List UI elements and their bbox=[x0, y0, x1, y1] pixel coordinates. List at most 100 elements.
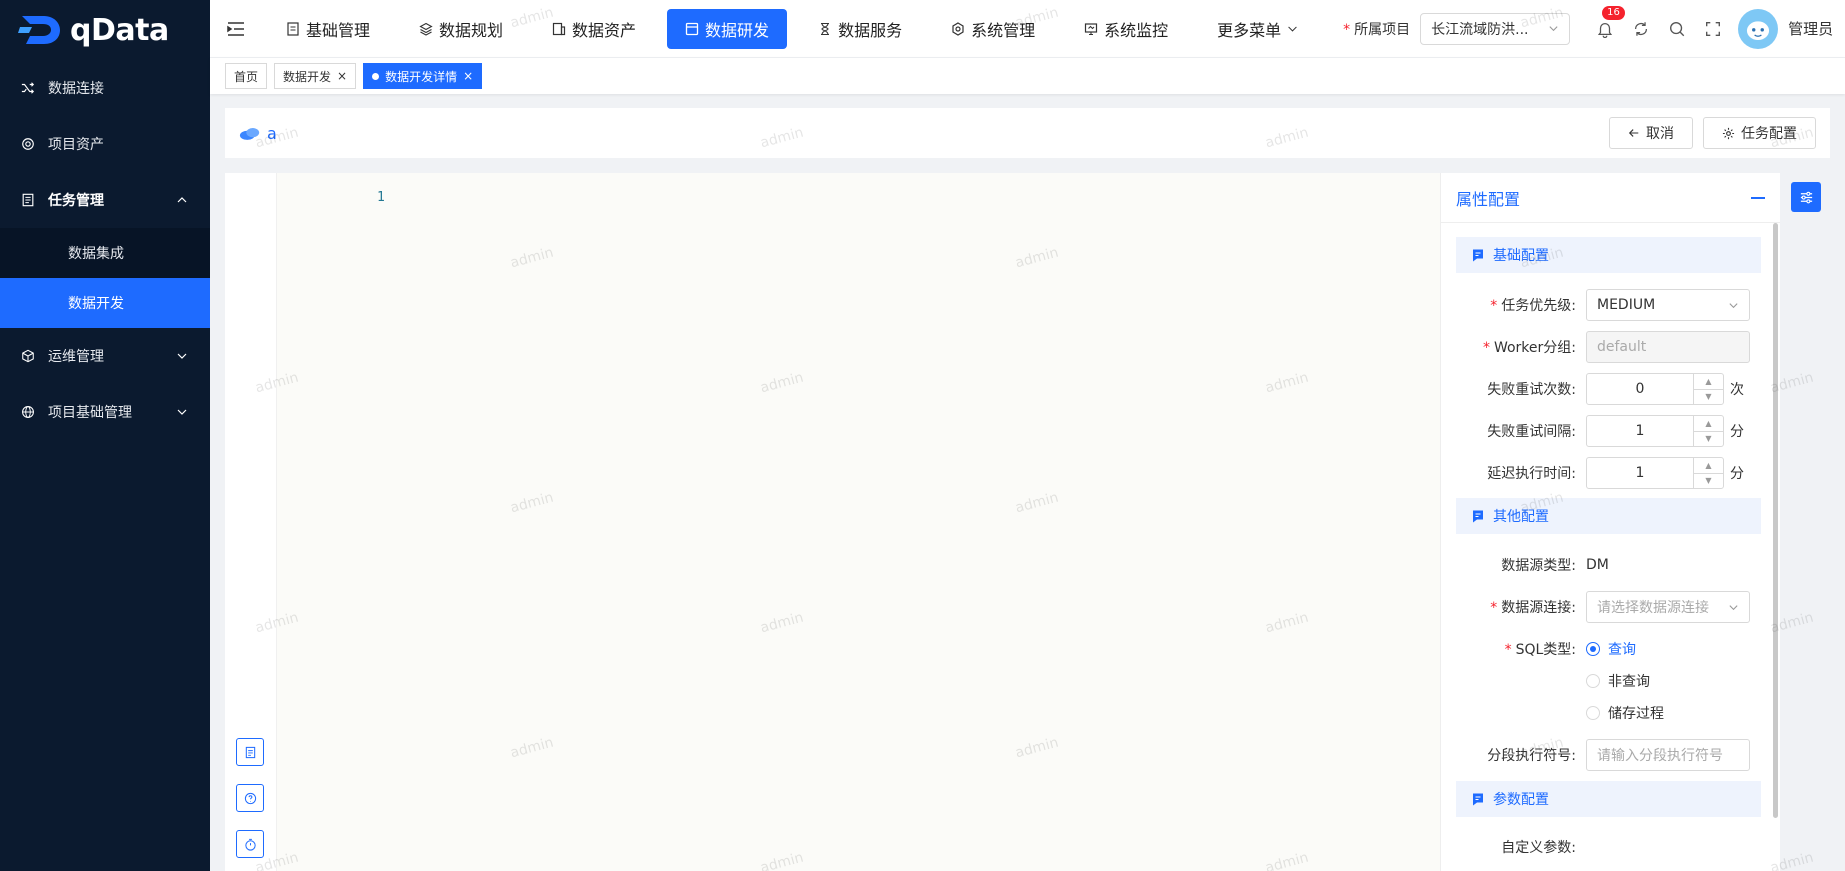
panel-header: 属性配置 bbox=[1441, 173, 1780, 223]
increment-icon[interactable]: ▲ bbox=[1694, 374, 1723, 390]
arrow-left-icon bbox=[1628, 129, 1639, 137]
help-icon bbox=[244, 792, 256, 804]
logo-text: qData bbox=[70, 12, 169, 48]
field-sql-type-2: 非查询 bbox=[1456, 665, 1761, 697]
line-number: 1 bbox=[377, 190, 385, 205]
format-button[interactable] bbox=[236, 738, 264, 766]
decrement-icon[interactable]: ▼ bbox=[1694, 474, 1723, 489]
increment-icon[interactable]: ▲ bbox=[1694, 458, 1723, 474]
menu-label: 系统管理 bbox=[971, 20, 1036, 40]
username[interactable]: 管理员 bbox=[1788, 18, 1833, 39]
avatar-icon bbox=[1747, 20, 1770, 40]
menu-item-dev[interactable]: 数据研发 bbox=[667, 8, 788, 49]
tab-data-dev[interactable]: 数据开发 × bbox=[274, 63, 357, 89]
sidebar-item-task-management[interactable]: 任务管理 bbox=[0, 172, 210, 228]
menu-label: 数据研发 bbox=[705, 20, 770, 40]
sidebar-item-data-development[interactable]: 数据开发 bbox=[0, 278, 210, 328]
avatar[interactable] bbox=[1738, 8, 1779, 49]
radio-procedure[interactable]: 储存过程 bbox=[1586, 703, 1664, 723]
gear-icon bbox=[1722, 127, 1735, 139]
project-select[interactable]: 长江流域防洪... bbox=[1420, 12, 1571, 45]
cloud-icon bbox=[239, 127, 260, 140]
stopwatch-icon bbox=[244, 838, 256, 851]
file-icon bbox=[287, 21, 299, 36]
menu-item-monitor[interactable]: 系统监控 bbox=[1066, 9, 1186, 49]
chevron-down-icon bbox=[1729, 302, 1738, 308]
sidebar-item-label: 数据连接 bbox=[48, 81, 104, 97]
field-sql-type: * SQL类型: 查询 bbox=[1456, 633, 1761, 665]
task-title: a bbox=[239, 124, 277, 143]
tab-home[interactable]: 首页 bbox=[225, 63, 268, 89]
priority-select[interactable]: MEDIUM bbox=[1586, 289, 1750, 321]
menu-label: 基础管理 bbox=[306, 20, 371, 40]
menu-fold-icon[interactable] bbox=[226, 19, 246, 39]
sidebar-item-data-integration[interactable]: 数据集成 bbox=[0, 228, 210, 278]
chevron-down-icon bbox=[1549, 26, 1558, 32]
menu-item-service[interactable]: 数据服务 bbox=[800, 9, 920, 49]
window-icon bbox=[685, 22, 699, 35]
panel-title: 属性配置 bbox=[1456, 189, 1521, 209]
panel-scrollbar[interactable] bbox=[1773, 223, 1778, 818]
search-icon[interactable] bbox=[1666, 18, 1688, 40]
decrement-icon[interactable]: ▼ bbox=[1694, 390, 1723, 405]
delay-stepper[interactable]: 1 ▲ ▼ bbox=[1586, 457, 1724, 489]
sidebar-item-ops[interactable]: 运维管理 bbox=[0, 328, 210, 384]
retry-times-stepper[interactable]: 0 ▲ ▼ bbox=[1586, 373, 1724, 405]
menu-item-basic[interactable]: 基础管理 bbox=[268, 9, 388, 49]
menu-item-planning[interactable]: 数据规划 bbox=[401, 9, 521, 49]
top-menu: 基础管理 数据规划 数据资产 数据研发 数据服务 系统管理 系统监控 更多菜单 bbox=[268, 0, 1329, 57]
worker-input: default bbox=[1586, 331, 1750, 363]
layers-icon bbox=[419, 22, 433, 36]
message-icon bbox=[1473, 510, 1483, 523]
radio-non-query[interactable]: 非查询 bbox=[1586, 671, 1650, 691]
menu-item-more[interactable]: 更多菜单 bbox=[1199, 9, 1316, 49]
menu-item-system[interactable]: 系统管理 bbox=[933, 9, 1053, 49]
help-button[interactable] bbox=[236, 784, 264, 812]
menu-label: 更多菜单 bbox=[1217, 20, 1282, 40]
sidebar-item-label: 项目基础管理 bbox=[48, 405, 132, 421]
tabs-bar: 首页 数据开发 × 数据开发详情 × bbox=[210, 58, 1845, 94]
logo[interactable]: qData bbox=[0, 0, 210, 60]
cancel-button[interactable]: 取消 bbox=[1609, 117, 1693, 149]
chevron-down-icon bbox=[1729, 604, 1738, 610]
field-segment: 分段执行符号: 请输入分段执行符号 bbox=[1456, 739, 1761, 771]
panel-toggle-button[interactable] bbox=[1791, 182, 1821, 212]
field-retry-times: 失败重试次数: 0 ▲ ▼ 次 bbox=[1456, 373, 1761, 405]
field-worker: * Worker分组: default bbox=[1456, 331, 1761, 363]
refresh-icon[interactable] bbox=[1630, 18, 1652, 40]
property-panel: 属性配置 基础配置 * 任务优先级: MEDIUM * Worker分组: defa… bbox=[1440, 173, 1780, 871]
project-label: * 所属项目 bbox=[1343, 21, 1411, 38]
section-basic: 基础配置 bbox=[1456, 237, 1761, 273]
field-sql-type-3: 储存过程 bbox=[1456, 697, 1761, 729]
increment-icon[interactable]: ▲ bbox=[1694, 416, 1723, 432]
close-icon[interactable]: × bbox=[463, 69, 473, 83]
sidebar-item-data-connection[interactable]: 数据连接 bbox=[0, 60, 210, 116]
ds-type-value: DM bbox=[1586, 557, 1609, 573]
sidebar-item-project-assets[interactable]: 项目资产 bbox=[0, 116, 210, 172]
menu-item-assets[interactable]: 数据资产 bbox=[534, 9, 654, 49]
code-area[interactable]: 1 bbox=[277, 173, 1440, 871]
field-ds-conn: * 数据源连接: 请选择数据源连接 bbox=[1456, 591, 1761, 623]
ds-conn-select[interactable]: 请选择数据源连接 bbox=[1586, 591, 1750, 623]
task-config-button[interactable]: 任务配置 bbox=[1703, 117, 1816, 149]
menu-label: 数据资产 bbox=[572, 20, 637, 40]
close-icon[interactable]: × bbox=[337, 69, 347, 83]
editor-gutter bbox=[225, 173, 277, 871]
hourglass-icon bbox=[821, 22, 830, 35]
radio-query[interactable]: 查询 bbox=[1586, 639, 1636, 659]
menu-label: 系统监控 bbox=[1104, 20, 1169, 40]
menu-label: 数据服务 bbox=[838, 20, 903, 40]
bell-icon[interactable]: 16 bbox=[1594, 5, 1625, 40]
decrement-icon[interactable]: ▼ bbox=[1694, 432, 1723, 447]
retry-interval-stepper[interactable]: 1 ▲ ▼ bbox=[1586, 415, 1724, 447]
segment-input[interactable]: 请输入分段执行符号 bbox=[1586, 739, 1750, 771]
menu-label: 数据规划 bbox=[439, 20, 504, 40]
collapse-icon[interactable] bbox=[1751, 196, 1765, 199]
timer-button[interactable] bbox=[236, 830, 264, 858]
sql-editor: 1 bbox=[225, 173, 1440, 871]
required-mark: * bbox=[1343, 21, 1351, 38]
globe-icon bbox=[20, 404, 36, 420]
sidebar-item-project-basic[interactable]: 项目基础管理 bbox=[0, 384, 210, 440]
tab-data-dev-detail[interactable]: 数据开发详情 × bbox=[363, 63, 483, 89]
fullscreen-icon[interactable] bbox=[1702, 18, 1724, 40]
